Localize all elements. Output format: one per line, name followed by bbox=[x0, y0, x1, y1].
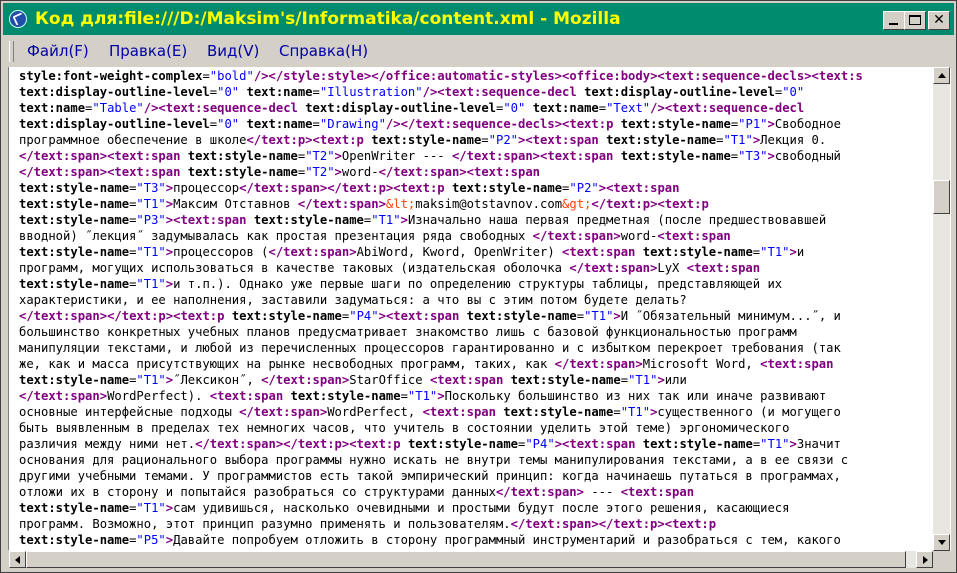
source-line: text:display-outline-level="0" text:name… bbox=[19, 85, 805, 99]
browser-window: Код для:file:///D:/Maksim's/Informatika/… bbox=[0, 0, 957, 573]
menu-help[interactable]: Справка(H) bbox=[279, 42, 368, 60]
source-content[interactable]: style:font-weight-complex="bold"/></styl… bbox=[9, 67, 933, 551]
source-line: </text:span><text:span text:style-name="… bbox=[19, 149, 841, 163]
horizontal-scroll-thumb[interactable] bbox=[26, 551, 906, 568]
source-line: text:style-name="T1">и т.п.). Однако уже… bbox=[19, 277, 783, 291]
arrow-down-icon bbox=[938, 540, 946, 545]
horizontal-scrollbar[interactable] bbox=[9, 551, 933, 568]
close-button[interactable]: ✕ bbox=[928, 11, 950, 30]
source-line: различия между ними нет.</text:span></te… bbox=[19, 437, 841, 451]
source-line: другими учебными темами. У программистов… bbox=[19, 469, 841, 483]
scroll-down-button[interactable] bbox=[933, 534, 950, 551]
source-line: манипуляции текстами, и любой из перечис… bbox=[19, 341, 841, 355]
menu-edit[interactable]: Правка(E) bbox=[109, 42, 187, 60]
source-line: характеристики, и ее наполнения, застави… bbox=[19, 293, 687, 307]
scroll-up-button[interactable] bbox=[933, 67, 950, 84]
minimize-icon bbox=[889, 23, 898, 25]
source-line: программ. Возможно, этот принцип разумно… bbox=[19, 517, 717, 531]
source-line: text:style-name="T3">процессор</text:spa… bbox=[19, 181, 680, 195]
source-line: вводной) ˝лекция˝ задумывалась как прост… bbox=[19, 229, 731, 243]
arrow-right-icon bbox=[923, 556, 928, 564]
menu-file[interactable]: Файл(F) bbox=[27, 42, 89, 60]
vertical-scroll-thumb[interactable] bbox=[933, 179, 950, 214]
source-line: text:display-outline-level="0" text:name… bbox=[19, 117, 841, 131]
source-line: основания для рационального выбора прогр… bbox=[19, 453, 849, 467]
source-line: text:style-name="P5">Давайте попробуем о… bbox=[19, 533, 841, 547]
vertical-scrollbar[interactable] bbox=[933, 67, 950, 551]
maximize-button[interactable] bbox=[904, 11, 926, 30]
scrollbar-corner bbox=[933, 551, 950, 568]
arrow-up-icon bbox=[938, 73, 946, 78]
source-line: text:style-name="P3"><text:span text:sty… bbox=[19, 213, 827, 227]
source-line: быть выявленным в пределах тех немногих … bbox=[19, 421, 790, 435]
source-line: </text:span>WordPerfect). <text:span tex… bbox=[19, 389, 827, 403]
source-line: text:style-name="T1">˝Лексикон˝, </text:… bbox=[19, 373, 687, 387]
source-line: text:style-name="T1">Максим Отставнов </… bbox=[19, 197, 709, 211]
source-line: основные интерфейсные подходы </text:spa… bbox=[19, 405, 841, 419]
source-line: программное обеспечение в школе</text:p>… bbox=[19, 133, 827, 147]
scroll-left-button[interactable] bbox=[9, 551, 26, 568]
source-line: большинство конкретных учебных планов пр… bbox=[19, 325, 797, 339]
title-bar[interactable]: Код для:file:///D:/Maksim's/Informatika/… bbox=[3, 3, 954, 35]
close-icon: ✕ bbox=[933, 12, 945, 28]
arrow-left-icon bbox=[15, 556, 20, 564]
source-line: программ, могущих использоваться в качес… bbox=[19, 261, 761, 275]
scroll-right-button[interactable] bbox=[916, 551, 933, 568]
menu-view[interactable]: Вид(V) bbox=[207, 42, 259, 60]
source-line: text:name="Table"/><text:sequence-decl t… bbox=[19, 101, 805, 115]
source-code: style:font-weight-complex="bold"/></styl… bbox=[19, 68, 863, 548]
window-title: Код для:file:///D:/Maksim's/Informatika/… bbox=[35, 9, 621, 29]
source-line: text:style-name="T1">сам удивишься, наск… bbox=[19, 501, 790, 515]
source-line: </text:span></text:p><text:p text:style-… bbox=[19, 309, 841, 323]
source-line: отложи их в сторону и попытайся разобрат… bbox=[19, 485, 695, 499]
mozilla-app-icon[interactable] bbox=[9, 10, 27, 28]
menu-bar: Файл(F) Правка(E) Вид(V) Справка(H) bbox=[3, 37, 954, 65]
source-line: же, как и масса присутствующих на рынке … bbox=[19, 357, 834, 371]
source-line: </text:span><text:span text:style-name="… bbox=[19, 165, 541, 179]
source-line: style:font-weight-complex="bold"/></styl… bbox=[19, 69, 863, 83]
menubar-grip[interactable] bbox=[9, 41, 14, 62]
minimize-button[interactable] bbox=[883, 11, 905, 30]
source-line: text:style-name="T1">процессоров (</text… bbox=[19, 245, 805, 259]
maximize-icon bbox=[909, 15, 921, 25]
